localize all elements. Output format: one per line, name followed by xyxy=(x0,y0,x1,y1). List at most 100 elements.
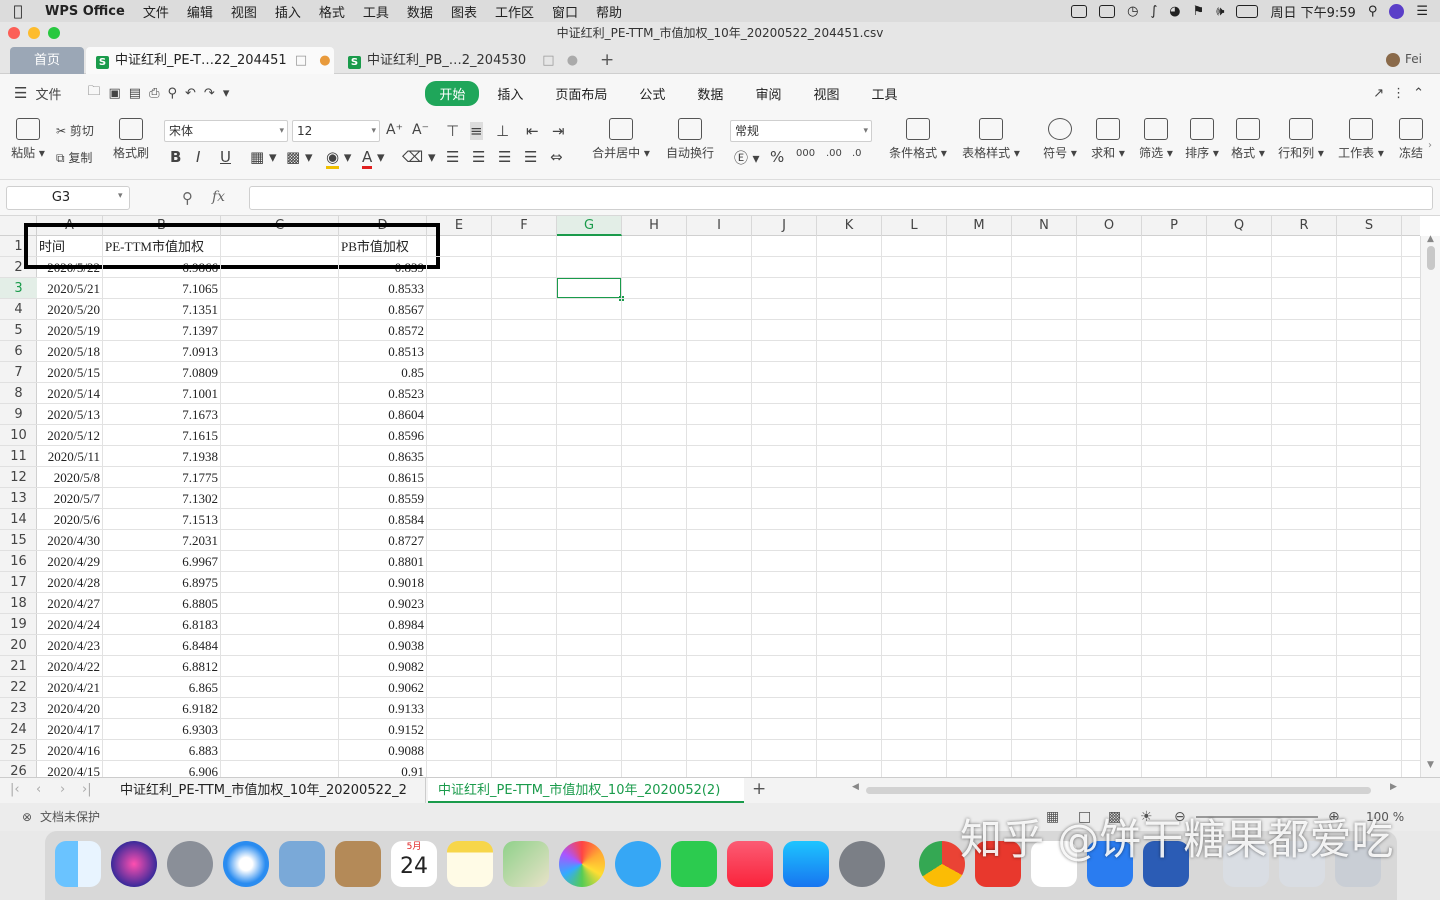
tab-document-pb[interactable]: S 中证红利_PB_…2_204530 □ ● xyxy=(338,47,588,74)
chrome-icon[interactable] xyxy=(919,841,965,887)
fill-color-icon[interactable]: ◉ ▾ xyxy=(326,148,351,169)
undo-icon[interactable]: ↶ xyxy=(181,86,200,101)
table-cell[interactable]: 2020/4/22 xyxy=(37,656,102,677)
table-cell[interactable]: 0.8567 xyxy=(339,299,426,320)
table-style-button[interactable]: 表格样式 ▾ xyxy=(960,118,1022,161)
table-cell[interactable]: 6.8183 xyxy=(103,614,220,635)
zoom-window-icon[interactable] xyxy=(48,27,60,39)
increase-font-icon[interactable]: A⁺ xyxy=(386,122,403,138)
table-cell[interactable]: 6.8805 xyxy=(103,593,220,614)
spreadsheet-grid[interactable]: ABCDEFGHIJKLMNOPQRS 1 2 3 4 5 6 7 8 9 10 11 12 13 14 1… xyxy=(0,216,1440,777)
align-center-icon[interactable]: ☰ xyxy=(472,148,485,166)
row-header-25[interactable]: 25 xyxy=(0,740,37,761)
table-cell[interactable]: 0.8615 xyxy=(339,467,426,488)
table-cell[interactable]: 2020/4/24 xyxy=(37,614,102,635)
scroll-up-icon[interactable]: ▲ xyxy=(1427,234,1434,244)
sheet-tab-1[interactable]: 中证红利_PE-TTM_市值加权_10年_20200522_2 xyxy=(110,778,426,803)
sort-button[interactable]: 排序 ▾ xyxy=(1182,118,1222,161)
wps-tray-icon[interactable] xyxy=(1071,4,1088,18)
volume-icon[interactable]: 🕪 xyxy=(1216,4,1224,19)
decrease-decimal-icon[interactable]: .0 xyxy=(852,148,862,159)
tab-comment-icon[interactable]: □ xyxy=(542,53,554,68)
table-cell[interactable]: 7.1775 xyxy=(103,467,220,488)
tab-review[interactable]: 审阅 xyxy=(741,81,795,106)
scroll-right-icon[interactable]: ▶ xyxy=(1390,782,1397,792)
collapse-ribbon-icon[interactable]: ⌃ xyxy=(1409,86,1440,101)
italic-icon[interactable]: I xyxy=(196,148,200,166)
increase-decimal-icon[interactable]: .00 xyxy=(826,148,842,159)
last-sheet-icon[interactable]: ›| xyxy=(82,782,92,797)
row-header-3[interactable]: 3 xyxy=(0,278,37,299)
notes-icon[interactable] xyxy=(447,841,493,887)
row-header-24[interactable]: 24 xyxy=(0,719,37,740)
row-header-9[interactable]: 9 xyxy=(0,404,37,425)
column-header-p[interactable]: P xyxy=(1142,216,1207,236)
table-cell[interactable]: 2020/5/6 xyxy=(37,509,102,530)
format-button[interactable]: 格式 ▾ xyxy=(1228,118,1268,161)
table-cell[interactable]: 2020/5/11 xyxy=(37,446,102,467)
table-cell[interactable]: 2020/4/16 xyxy=(37,740,102,761)
hamburger-icon[interactable]: ☰ xyxy=(0,84,31,102)
tab-tools[interactable]: 工具 xyxy=(857,81,911,106)
row-header-20[interactable]: 20 xyxy=(0,635,37,656)
table-cell[interactable]: 2020/5/7 xyxy=(37,488,102,509)
table-cell[interactable]: 6.8484 xyxy=(103,635,220,656)
protect-status[interactable]: 文档未保护 xyxy=(40,803,100,831)
tab-insert[interactable]: 插入 xyxy=(483,81,537,106)
table-cell[interactable]: 0.8604 xyxy=(339,404,426,425)
symbol-button[interactable]: 符号 ▾ xyxy=(1040,118,1080,161)
thousands-icon[interactable]: 000 xyxy=(796,148,815,159)
fx-icon[interactable]: fx xyxy=(212,189,225,205)
calendar-icon[interactable]: 5月 24 xyxy=(391,841,437,887)
table-cell[interactable]: 0.9018 xyxy=(339,572,426,593)
align-left-icon[interactable]: ☰ xyxy=(446,148,459,166)
percent-icon[interactable]: % xyxy=(770,148,784,166)
decrease-indent-icon[interactable]: ⇤ xyxy=(526,122,539,140)
launchpad-icon[interactable] xyxy=(167,841,213,887)
tab-comment-icon[interactable]: □ xyxy=(295,53,307,68)
clear-format-icon[interactable]: ⌫ ▾ xyxy=(402,148,436,166)
table-cell[interactable]: 7.1001 xyxy=(103,383,220,404)
conditional-format-button[interactable]: 条件格式 ▾ xyxy=(888,118,948,161)
ribbon-scroll-right-icon[interactable]: › xyxy=(1428,140,1432,151)
more-options-icon[interactable]: ⋮ xyxy=(1388,86,1409,101)
row-header-5[interactable]: 5 xyxy=(0,320,37,341)
time-machine-icon[interactable]: ◷ xyxy=(1127,4,1138,19)
share-icon[interactable]: ↗ xyxy=(1369,86,1388,101)
namebox-dropdown-icon[interactable]: ▾ xyxy=(118,191,123,201)
menu-view[interactable]: 视图 xyxy=(222,2,266,21)
new-tab-icon[interactable]: + xyxy=(600,50,614,70)
border-icon[interactable]: ▦ ▾ xyxy=(250,148,276,166)
vertical-scroll-thumb[interactable] xyxy=(1427,246,1435,270)
zoom-lookup-icon[interactable]: ⚲ xyxy=(182,189,193,207)
row-header-14[interactable]: 14 xyxy=(0,509,37,530)
active-cell-g3[interactable] xyxy=(556,277,624,301)
table-cell[interactable]: 7.1397 xyxy=(103,320,220,341)
tab-formula[interactable]: 公式 xyxy=(625,81,679,106)
table-cell[interactable]: 6.8975 xyxy=(103,572,220,593)
table-cell[interactable]: 0.9152 xyxy=(339,719,426,740)
column-header-q[interactable]: Q xyxy=(1207,216,1272,236)
row-header-13[interactable]: 13 xyxy=(0,488,37,509)
table-cell[interactable]: 7.0809 xyxy=(103,362,220,383)
clock[interactable]: 周日 下午9:59 xyxy=(1270,2,1355,21)
table-cell[interactable]: 0.8727 xyxy=(339,530,426,551)
add-sheet-icon[interactable]: + xyxy=(752,779,766,799)
row-header-18[interactable]: 18 xyxy=(0,593,37,614)
table-cell[interactable]: 0.8572 xyxy=(339,320,426,341)
table-cell[interactable]: 0.8596 xyxy=(339,425,426,446)
menu-app-name[interactable]: WPS Office xyxy=(36,4,134,19)
table-cell[interactable]: 6.883 xyxy=(103,740,220,761)
menu-data[interactable]: 数据 xyxy=(398,2,442,21)
table-cell[interactable]: 6.865 xyxy=(103,677,220,698)
align-right-icon[interactable]: ☰ xyxy=(498,148,511,166)
table-cell[interactable]: 2020/4/30 xyxy=(37,530,102,551)
menu-workspace[interactable]: 工作区 xyxy=(486,2,543,21)
menu-format[interactable]: 格式 xyxy=(310,2,354,21)
sheet-tab-2[interactable]: 中证红利_PE-TTM_市值加权_10年_2020052(2) xyxy=(428,778,744,803)
system-preferences-icon[interactable] xyxy=(839,841,885,887)
fill-pattern-icon[interactable]: ▩ ▾ xyxy=(286,148,312,166)
wifi-icon[interactable]: ◕ xyxy=(1169,4,1180,19)
close-window-icon[interactable] xyxy=(8,27,20,39)
table-cell[interactable]: 7.1351 xyxy=(103,299,220,320)
